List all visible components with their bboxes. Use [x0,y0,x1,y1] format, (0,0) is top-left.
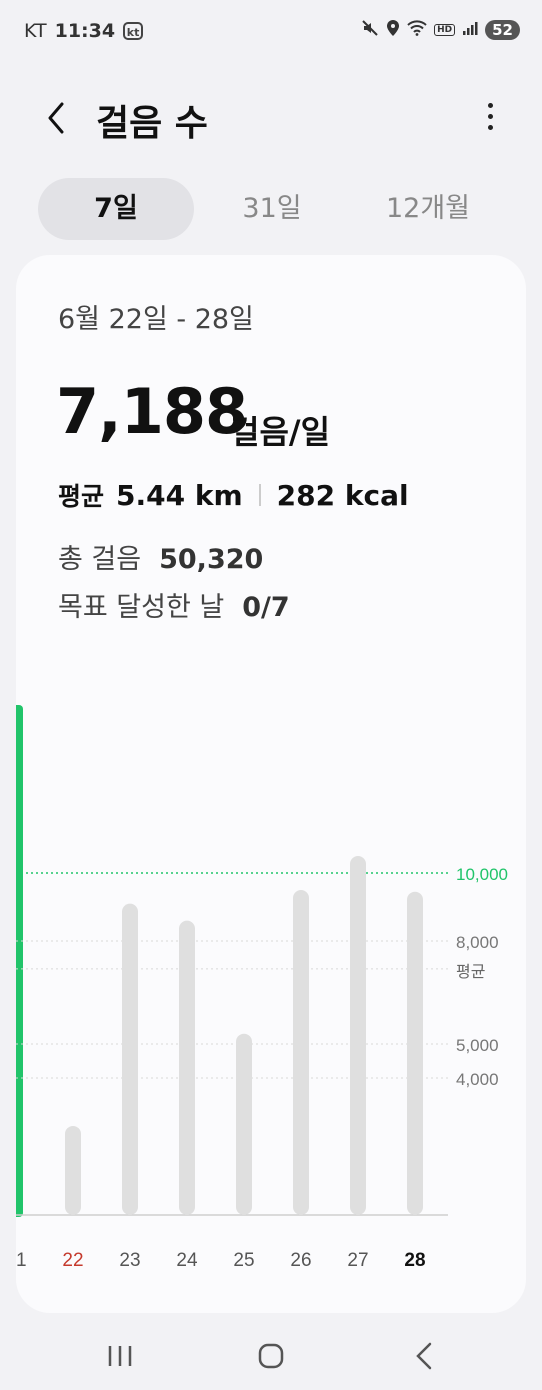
bar-22[interactable] [65,1125,81,1215]
bar-28[interactable] [407,891,423,1215]
location-icon [386,19,400,41]
navigation-bar [0,1322,542,1390]
y-tick-label: 5,000 [456,1036,499,1055]
tab-7-days[interactable]: 7일 [38,178,194,240]
x-tick-label: 23 [119,1250,140,1271]
tab-12-months[interactable]: 12개월 [350,178,506,240]
chevron-left-icon [48,102,64,134]
more-vert-icon [487,103,493,108]
more-options-button[interactable] [478,100,502,134]
bar-26[interactable] [293,890,309,1215]
tab-31-days[interactable]: 31일 [194,178,350,240]
hd-voice-icon: HD [434,24,456,36]
period-tabs: 7일 31일 12개월 [38,178,506,242]
app-header: 걸음 수 [0,80,542,154]
bar-23[interactable] [122,903,138,1215]
average-label: 평균 [456,962,485,981]
x-tick-label: 25 [233,1250,254,1271]
battery-indicator: 52 [485,20,520,40]
page-title: 걸음 수 [96,103,208,144]
x-tick-label: 21 [16,1250,27,1271]
goal-label: 10,000 [456,865,508,884]
recent-apps-icon [108,1346,132,1366]
home-button[interactable] [251,1336,291,1376]
wifi-icon [407,20,427,40]
mute-vibrate-icon [361,19,379,41]
x-tick-label: 22 [62,1250,83,1271]
signal-icon [462,20,478,40]
clock: 11:34 [54,20,116,42]
x-tick-label: 26 [290,1250,311,1271]
bar-25[interactable] [236,1033,252,1215]
x-tick-label: 28 [404,1250,425,1271]
carrier-text: KT [24,20,47,42]
x-tick-label: 27 [347,1250,368,1271]
bar-24[interactable] [179,920,195,1215]
system-back-button[interactable] [404,1336,444,1376]
back-button[interactable] [38,98,74,138]
steps-bar-chart[interactable]: 8,000 5,000 4,000 평균 10,000 22 23 24 25 26 27 28 21 [16,255,526,1313]
bar-27[interactable] [350,856,366,1215]
status-bar: KT 11:34 kt HD 52 [0,0,542,64]
y-tick-label: 4,000 [456,1070,499,1089]
back-icon [416,1342,432,1370]
home-icon [258,1343,284,1369]
y-tick-label: 8,000 [456,933,499,952]
carrier-badge-icon: kt [123,22,144,40]
steps-summary-card: 6월 22일 - 28일 7,188 걸음/일 평균 5.44 km 282 k… [16,255,526,1313]
x-tick-label: 24 [176,1250,198,1271]
recent-apps-button[interactable] [100,1338,140,1374]
